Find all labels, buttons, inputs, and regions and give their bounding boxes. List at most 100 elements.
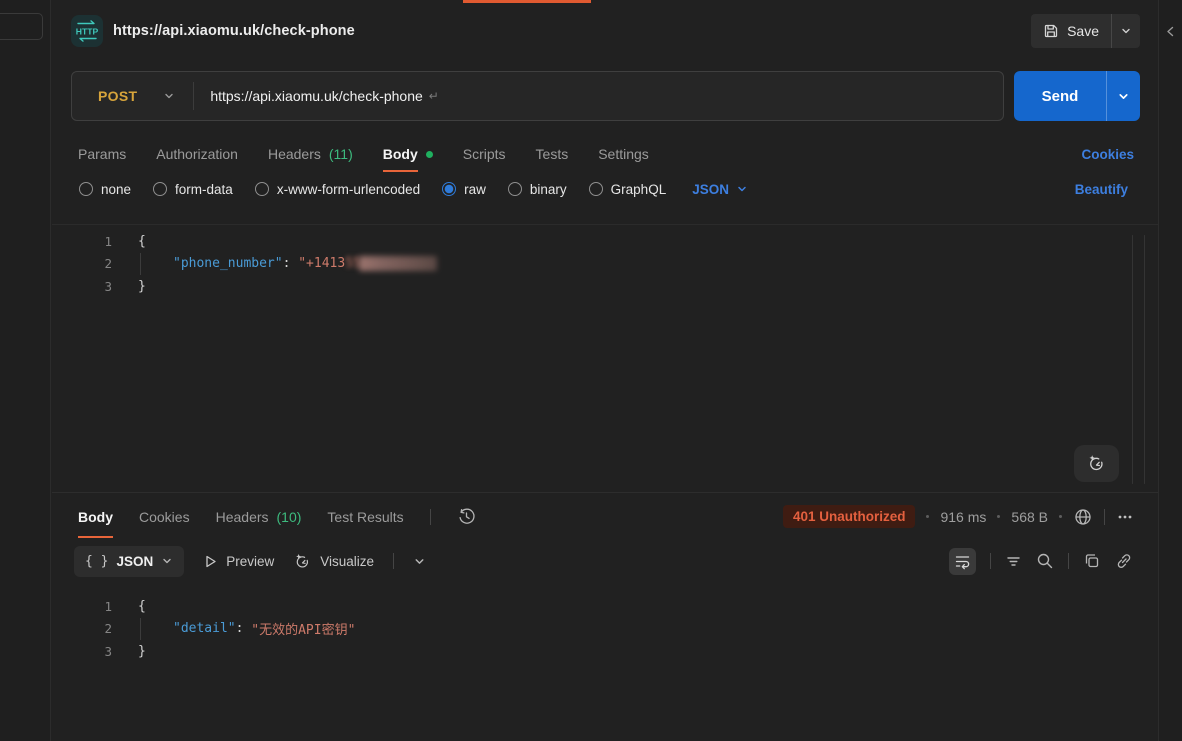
tab-tests[interactable]: Tests bbox=[536, 136, 569, 172]
json-value: "+1413 bbox=[298, 256, 345, 271]
left-sidebar-rail bbox=[0, 0, 51, 741]
divider bbox=[990, 553, 991, 569]
chevron-down-icon bbox=[736, 183, 748, 195]
send-dropdown-button[interactable] bbox=[1107, 71, 1140, 121]
radio-icon bbox=[589, 182, 603, 196]
request-tabs: Params Authorization Headers(11) Body Sc… bbox=[52, 135, 1158, 173]
active-tab-indicator bbox=[463, 0, 591, 3]
visualize-button[interactable]: Visualize bbox=[293, 552, 374, 571]
tab-body[interactable]: Body bbox=[383, 136, 433, 172]
raw-language-selector[interactable]: JSON bbox=[692, 182, 748, 197]
editor-scrollbar-track[interactable] bbox=[1132, 235, 1133, 484]
mode-graphql[interactable]: GraphQL bbox=[589, 182, 667, 197]
divider bbox=[393, 553, 394, 569]
indent-guide: "phone_number": "+141355 bbox=[140, 253, 437, 276]
dot-separator bbox=[997, 515, 1000, 518]
mode-raw[interactable]: raw bbox=[442, 182, 486, 197]
json-key: "phone_number" bbox=[173, 256, 283, 271]
response-body-editor[interactable]: 1 { 2 "detail": "无效的API密钥" 3 } bbox=[52, 582, 1158, 663]
code-line: 1 { bbox=[52, 230, 1158, 253]
postbot-button[interactable] bbox=[1074, 445, 1119, 482]
response-headers-count: (10) bbox=[277, 509, 302, 525]
divider bbox=[1068, 553, 1069, 569]
request-title: https://api.xiaomu.uk/check-phone bbox=[113, 23, 355, 39]
response-history-icon[interactable] bbox=[457, 507, 476, 526]
sidebar-collapsed-item[interactable] bbox=[0, 13, 43, 40]
more-options-icon[interactable] bbox=[1116, 508, 1134, 526]
line-number: 1 bbox=[52, 599, 112, 614]
tab-authorization[interactable]: Authorization bbox=[156, 136, 238, 172]
visualize-sparkle-icon bbox=[293, 552, 312, 571]
wrap-text-icon[interactable] bbox=[949, 548, 976, 575]
response-tab-cookies[interactable]: Cookies bbox=[139, 496, 190, 538]
postman-app: HTTP https://api.xiaomu.uk/check-phone S… bbox=[0, 0, 1182, 741]
tab-scripts[interactable]: Scripts bbox=[463, 136, 506, 172]
body-mode-row: none form-data x-www-form-urlencoded raw… bbox=[52, 173, 1158, 205]
save-button[interactable]: Save bbox=[1031, 14, 1140, 48]
json-key: "detail" bbox=[173, 621, 236, 636]
toolbar-chevron-down-icon[interactable] bbox=[413, 555, 426, 568]
copy-icon[interactable] bbox=[1083, 552, 1101, 570]
request-workspace: HTTP https://api.xiaomu.uk/check-phone S… bbox=[52, 0, 1158, 741]
send-button[interactable]: Send bbox=[1014, 71, 1140, 121]
response-format-dropdown[interactable]: { } JSON bbox=[74, 546, 184, 577]
line-number: 3 bbox=[52, 644, 112, 659]
code-text: { bbox=[112, 234, 146, 249]
search-icon[interactable] bbox=[1036, 552, 1054, 570]
response-tab-body[interactable]: Body bbox=[78, 496, 113, 538]
method-label: POST bbox=[98, 88, 137, 104]
method-selector[interactable]: POST bbox=[72, 88, 193, 104]
indent-guide: "detail": "无效的API密钥" bbox=[140, 618, 355, 641]
response-size[interactable]: 568 B bbox=[1011, 509, 1048, 525]
preview-button[interactable]: Preview bbox=[203, 554, 274, 569]
http-method-icon: HTTP bbox=[71, 15, 103, 47]
mode-x-www-form-urlencoded[interactable]: x-www-form-urlencoded bbox=[255, 182, 420, 197]
cookies-link[interactable]: Cookies bbox=[1081, 147, 1134, 162]
radio-icon bbox=[255, 182, 269, 196]
collapse-panel-icon[interactable] bbox=[1165, 26, 1176, 37]
mode-none[interactable]: none bbox=[79, 182, 131, 197]
radio-icon bbox=[153, 182, 167, 196]
save-dropdown-button[interactable] bbox=[1112, 14, 1140, 48]
save-label: Save bbox=[1067, 23, 1099, 39]
status-badge[interactable]: 401 Unauthorized bbox=[783, 505, 916, 528]
url-input-container: POST https://api.xiaomu.uk/check-phone ↵ bbox=[71, 71, 1004, 121]
tab-headers[interactable]: Headers(11) bbox=[268, 136, 353, 172]
network-globe-icon[interactable] bbox=[1073, 507, 1093, 527]
code-line: 2 "phone_number": "+141355 bbox=[52, 253, 1158, 276]
json-value: "无效的API密钥" bbox=[251, 619, 355, 638]
mode-binary[interactable]: binary bbox=[508, 182, 567, 197]
response-meta: 401 Unauthorized 916 ms 568 B bbox=[783, 505, 1134, 528]
divider bbox=[430, 509, 431, 525]
url-input[interactable]: https://api.xiaomu.uk/check-phone bbox=[194, 88, 422, 104]
response-time[interactable]: 916 ms bbox=[940, 509, 986, 525]
code-line: 1 { bbox=[52, 595, 1158, 618]
code-line: 2 "detail": "无效的API密钥" bbox=[52, 618, 1158, 641]
preview-icon bbox=[203, 554, 218, 569]
tab-settings[interactable]: Settings bbox=[598, 136, 649, 172]
response-tabs: Body Cookies Headers(10) Test Results 40… bbox=[52, 493, 1158, 540]
link-icon[interactable] bbox=[1115, 552, 1133, 570]
raw-language-label: JSON bbox=[692, 182, 729, 197]
line-number: 2 bbox=[52, 621, 112, 636]
redaction-blur bbox=[359, 256, 437, 271]
format-label: JSON bbox=[116, 554, 153, 569]
filter-icon[interactable] bbox=[1005, 553, 1022, 570]
beautify-link[interactable]: Beautify bbox=[1075, 182, 1128, 197]
radio-icon bbox=[79, 182, 93, 196]
response-tab-test-results[interactable]: Test Results bbox=[327, 496, 403, 538]
request-body-editor[interactable]: 1 { 2 "phone_number": "+141355 3 } bbox=[52, 224, 1158, 492]
code-text: { bbox=[112, 599, 146, 614]
mode-form-data[interactable]: form-data bbox=[153, 182, 233, 197]
chevron-down-icon bbox=[163, 90, 175, 102]
line-number: 3 bbox=[52, 279, 112, 294]
response-tab-headers[interactable]: Headers(10) bbox=[216, 496, 302, 538]
code-text: } bbox=[112, 279, 146, 294]
braces-icon: { } bbox=[85, 554, 108, 569]
right-sidebar-rail bbox=[1158, 0, 1182, 741]
chevron-down-icon bbox=[161, 555, 173, 567]
postbot-sparkle-icon bbox=[1086, 453, 1107, 474]
tab-params[interactable]: Params bbox=[78, 136, 126, 172]
dot-separator bbox=[926, 515, 929, 518]
editor-scrollbar-track[interactable] bbox=[1144, 235, 1145, 484]
